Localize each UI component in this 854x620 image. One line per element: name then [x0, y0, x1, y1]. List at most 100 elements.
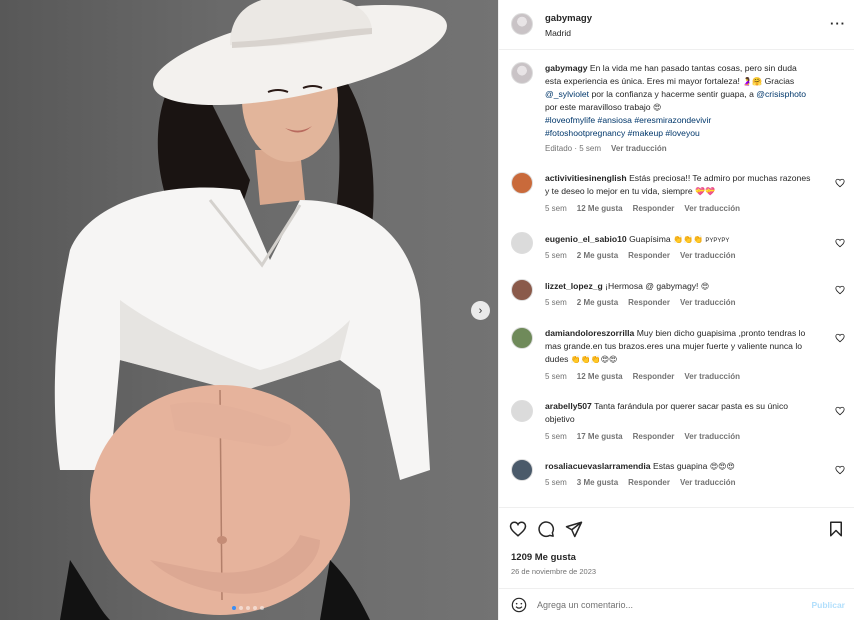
post-date[interactable]: 26 de noviembre de 2023 — [511, 567, 596, 576]
comment-suffix: PYPYPY — [705, 238, 730, 244]
caption-text-2: Gracias — [764, 76, 795, 86]
carousel-dot — [232, 606, 236, 610]
translate-button[interactable]: Ver traducción — [680, 478, 736, 487]
heart-icon[interactable] — [835, 238, 845, 248]
avatar[interactable] — [511, 400, 533, 422]
comment-text: activivitiesinenglish Estás preciosa!! T… — [545, 172, 815, 198]
comment-likes[interactable]: 17 Me gusta — [577, 432, 623, 441]
translate-button[interactable]: Ver traducción — [680, 298, 736, 307]
comment-input[interactable] — [537, 597, 787, 613]
comment-emojis: 👏👏👏😍😍 — [570, 355, 618, 364]
comment-likes[interactable]: 2 Me gusta — [577, 251, 618, 260]
heart-icon[interactable] — [835, 285, 845, 295]
comment-username[interactable]: lizzet_lopez_g — [545, 281, 603, 291]
caption-emojis-1: 🤰🤗 — [742, 77, 763, 86]
comment-icon[interactable] — [537, 520, 555, 538]
hashtags[interactable]: #loveofmylife #ansiosa #eresmirazondeviv… — [545, 115, 711, 125]
translate-button[interactable]: Ver traducción — [684, 372, 740, 381]
edited-label: Editado · 5 sem — [545, 144, 602, 153]
hashtags[interactable]: #fotoshootpregnancy #makeup #loveyou — [545, 128, 700, 138]
bookmark-icon[interactable] — [827, 520, 845, 538]
carousel-dots — [232, 606, 264, 610]
comment: arabelly507 Tanta farándula por querer s… — [511, 400, 847, 445]
carousel-dot — [253, 606, 257, 610]
comment-body: Guapísima — [629, 234, 671, 244]
comment-meta: 5 sem 3 Me gusta Responder Ver traducció… — [545, 478, 736, 487]
post-photo[interactable]: › — [0, 0, 498, 620]
post-location[interactable]: Madrid — [545, 28, 571, 38]
avatar[interactable] — [511, 13, 533, 35]
post-header: gabymagy Madrid ··· — [499, 0, 854, 50]
comment: damiandoloreszorrilla Muy bien dicho gua… — [511, 327, 847, 387]
avatar[interactable] — [511, 279, 533, 301]
smiley-icon[interactable] — [511, 597, 527, 613]
reply-button[interactable]: Responder — [628, 298, 670, 307]
heart-icon[interactable] — [835, 178, 845, 188]
carousel-dot — [239, 606, 243, 610]
avatar[interactable] — [511, 172, 533, 194]
caption-meta: Editado · 5 sem Ver traducción — [545, 144, 667, 153]
comment-username[interactable]: rosaliacuevaslarramendia — [545, 461, 651, 471]
translate-button[interactable]: Ver traducción — [680, 251, 736, 260]
comment-username[interactable]: activivitiesinenglish — [545, 173, 627, 183]
comment: activivitiesinenglish Estás preciosa!! T… — [511, 172, 847, 217]
reply-button[interactable]: Responder — [633, 432, 675, 441]
mention-link[interactable]: @crisisphoto — [756, 89, 806, 99]
comment-meta: 5 sem 2 Me gusta Responder Ver traducció… — [545, 298, 736, 307]
comment-time: 5 sem — [545, 251, 567, 260]
translate-button[interactable]: Ver traducción — [611, 144, 667, 153]
comment: rosaliacuevaslarramendia Estas guapina 😍… — [511, 459, 847, 494]
comment-likes[interactable]: 2 Me gusta — [577, 298, 618, 307]
publish-button[interactable]: Publicar — [811, 600, 845, 610]
heart-icon[interactable] — [835, 333, 845, 343]
carousel-dot — [246, 606, 250, 610]
heart-icon[interactable] — [509, 520, 527, 538]
comment-meta: 5 sem 12 Me gusta Responder Ver traducci… — [545, 372, 740, 381]
comment-likes[interactable]: 12 Me gusta — [577, 204, 623, 213]
send-icon[interactable] — [565, 520, 583, 538]
comment-time: 5 sem — [545, 478, 567, 487]
reply-button[interactable]: Responder — [633, 372, 675, 381]
post-username[interactable]: gabymagy — [545, 13, 592, 24]
caption-username[interactable]: gabymagy — [545, 63, 588, 73]
avatar[interactable] — [511, 232, 533, 254]
comment-emojis: 😍😍😍 — [709, 462, 735, 471]
comment-likes[interactable]: 3 Me gusta — [577, 478, 618, 487]
translate-button[interactable]: Ver traducción — [684, 204, 740, 213]
comment-username[interactable]: damiandoloreszorrilla — [545, 328, 634, 338]
comment-username[interactable]: eugenio_el_sabio10 — [545, 234, 627, 244]
more-horizontal-icon[interactable]: ··· — [830, 16, 846, 31]
comment-emojis: 👏👏👏 — [673, 235, 703, 244]
translate-button[interactable]: Ver traducción — [684, 432, 740, 441]
comment-text: eugenio_el_sabio10 Guapísima 👏👏👏 PYPYPY — [545, 233, 815, 248]
carousel-dot — [260, 606, 264, 610]
reply-button[interactable]: Responder — [628, 251, 670, 260]
comment-likes[interactable]: 12 Me gusta — [577, 372, 623, 381]
comment-username[interactable]: arabelly507 — [545, 401, 592, 411]
comment: eugenio_el_sabio10 Guapísima 👏👏👏 PYPYPY … — [511, 232, 847, 267]
avatar[interactable] — [511, 327, 533, 349]
reply-button[interactable]: Responder — [633, 204, 675, 213]
comment-text: rosaliacuevaslarramendia Estas guapina 😍… — [545, 460, 815, 473]
comments-scroll[interactable]: gabymagy En la vida me han pasado tantas… — [499, 51, 854, 507]
comment-time: 5 sem — [545, 432, 567, 441]
reply-button[interactable]: Responder — [628, 478, 670, 487]
mention-link[interactable]: @_sylviolet — [545, 89, 589, 99]
comment-text: damiandoloreszorrilla Muy bien dicho gua… — [545, 327, 815, 366]
comment-meta: 5 sem 2 Me gusta Responder Ver traducció… — [545, 251, 736, 260]
comment-meta: 5 sem 12 Me gusta Responder Ver traducci… — [545, 204, 740, 213]
comment-emojis: 💝💝 — [695, 187, 715, 196]
chevron-right-icon[interactable]: › — [471, 301, 490, 320]
likes-count[interactable]: 1209 Me gusta — [511, 552, 576, 563]
add-comment-bar: Publicar — [499, 588, 854, 620]
pregnancy-photo — [54, 0, 447, 620]
comment-body: ¡Hermosa @ gabymagy! — [605, 281, 699, 291]
caption-emojis-2: 😍 — [652, 103, 662, 112]
caption-text-4: por este maravilloso trabajo — [545, 102, 651, 112]
avatar[interactable] — [511, 62, 533, 84]
avatar[interactable] — [511, 459, 533, 481]
heart-icon[interactable] — [835, 406, 845, 416]
heart-icon[interactable] — [835, 465, 845, 475]
caption-text: gabymagy En la vida me han pasado tantas… — [545, 62, 815, 140]
comment-time: 5 sem — [545, 298, 567, 307]
